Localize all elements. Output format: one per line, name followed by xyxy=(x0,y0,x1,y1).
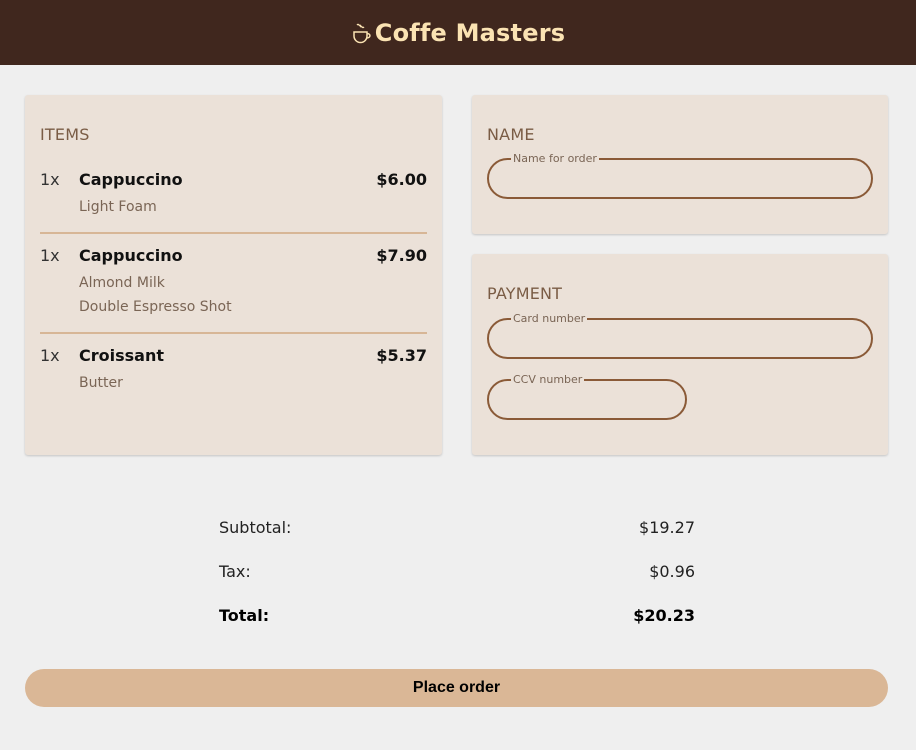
name-field[interactable]: Name for order xyxy=(487,152,873,199)
item-option: Almond Milk xyxy=(79,275,165,291)
item-divider xyxy=(40,332,427,334)
name-card: NAME Name for order xyxy=(472,95,888,234)
item-option: Light Foam xyxy=(79,199,157,215)
name-title: NAME xyxy=(487,125,535,144)
tax-label: Tax: xyxy=(219,562,251,581)
subtotal-value: $19.27 xyxy=(639,518,695,537)
item-option: Butter xyxy=(79,375,123,391)
app-header: Coffe Masters xyxy=(0,0,916,65)
total-value: $20.23 xyxy=(633,606,695,625)
coffee-cup-icon xyxy=(351,21,373,45)
brand[interactable]: Coffe Masters xyxy=(351,19,565,47)
item-quantity: 1x xyxy=(40,246,60,265)
items-card: ITEMS 1x Cappuccino $6.00 Light Foam 1x … xyxy=(25,95,442,455)
tax-value: $0.96 xyxy=(649,562,695,581)
item-price: $6.00 xyxy=(376,170,427,189)
ccv-field[interactable]: CCV number xyxy=(487,373,687,420)
item-option: Double Espresso Shot xyxy=(79,299,232,315)
item-price: $5.37 xyxy=(376,346,427,365)
subtotal-label: Subtotal: xyxy=(219,518,292,537)
place-order-button[interactable]: Place order xyxy=(25,669,888,707)
ccv-label: CCV number xyxy=(511,373,585,387)
item-quantity: 1x xyxy=(40,346,60,365)
total-label: Total: xyxy=(219,606,270,625)
item-quantity: 1x xyxy=(40,170,60,189)
items-title: ITEMS xyxy=(40,125,90,144)
name-field-label: Name for order xyxy=(511,152,599,166)
payment-title: PAYMENT xyxy=(487,284,563,303)
card-number-label: Card number xyxy=(511,312,588,326)
item-divider xyxy=(40,232,427,234)
item-name: Croissant xyxy=(79,346,164,365)
item-name: Cappuccino xyxy=(79,170,183,189)
item-price: $7.90 xyxy=(376,246,427,265)
app-title: Coffe Masters xyxy=(374,18,566,47)
payment-card: PAYMENT Card number CCV number xyxy=(472,254,888,455)
item-name: Cappuccino xyxy=(79,246,183,265)
card-number-field[interactable]: Card number xyxy=(487,312,873,359)
